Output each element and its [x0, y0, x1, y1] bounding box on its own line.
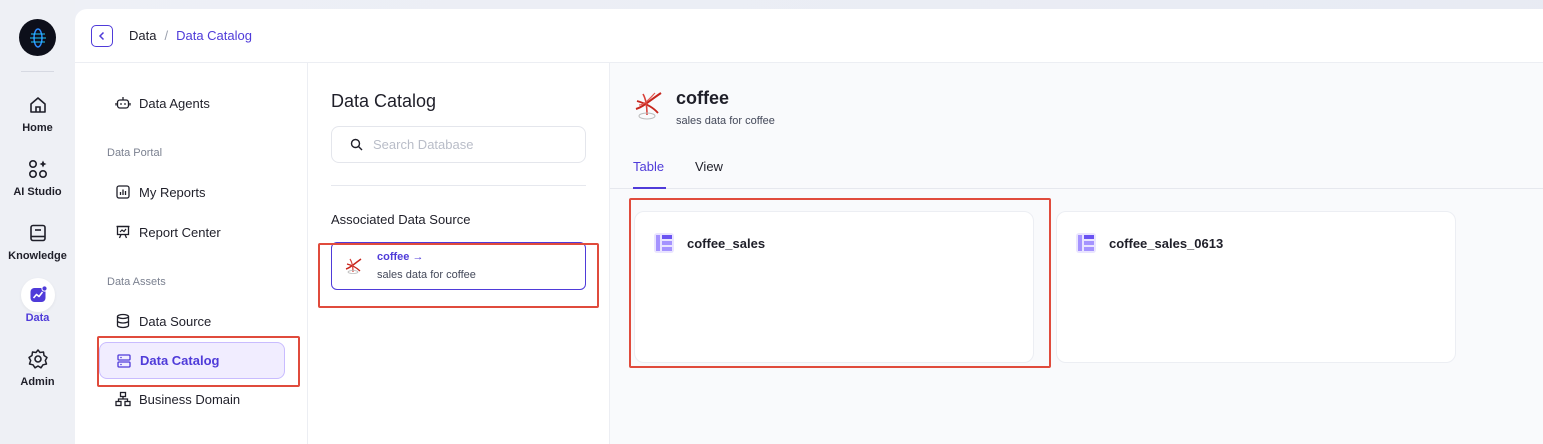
search-input[interactable]: [373, 137, 573, 152]
chevron-left-icon: [98, 31, 105, 41]
left-rail: Home AI Studio Knowledge Data Admin: [0, 0, 75, 444]
logo-icon: [29, 27, 46, 48]
tab-bar: Table View: [610, 151, 1543, 189]
hierarchy-icon: [115, 391, 131, 407]
breadcrumb: Data / Data Catalog: [129, 28, 252, 43]
database-title: coffee: [676, 88, 730, 108]
data-source-name[interactable]: coffee →: [377, 251, 423, 263]
database-icon: [115, 313, 131, 329]
sql-server-icon: [344, 255, 364, 280]
nav-label-business-domain: Business Domain: [139, 391, 241, 407]
rail-label-ai-studio: AI Studio: [13, 186, 62, 198]
rail-label-admin: Admin: [20, 376, 55, 388]
tab-table[interactable]: Table: [633, 159, 666, 189]
nav-group-data-assets: Data Assets: [107, 276, 166, 288]
database-description: sales data for coffee: [676, 115, 775, 127]
rail-item-home[interactable]: Home: [0, 92, 75, 134]
tab-view[interactable]: View: [695, 159, 723, 189]
nav-item-data-catalog[interactable]: Data Catalog: [99, 342, 285, 379]
arrow-right-icon: →: [412, 251, 424, 263]
sql-server-icon: [634, 89, 664, 128]
nav-item-business-domain[interactable]: Business Domain: [99, 381, 285, 417]
nav-label-data-source: Data Source: [139, 313, 212, 329]
breadcrumb-separator: /: [164, 28, 169, 43]
breadcrumb-current: Data Catalog: [176, 28, 252, 43]
data-source-card[interactable]: coffee → sales data for coffee: [331, 242, 586, 290]
app-logo[interactable]: [19, 19, 56, 56]
nav-label-report-center: Report Center: [139, 224, 221, 240]
rail-label-data: Data: [25, 312, 50, 324]
nav-item-report-center[interactable]: Report Center: [99, 214, 285, 250]
table-name: coffee_sales_0613: [1109, 236, 1224, 251]
search-icon: [350, 138, 363, 151]
nav-group-data-portal: Data Portal: [107, 147, 163, 159]
nav-label-my-reports: My Reports: [139, 184, 206, 200]
presentation-icon: [115, 224, 131, 240]
table-card-coffee-sales[interactable]: coffee_sales: [634, 211, 1034, 363]
secondary-nav: Data Agents Data Portal My Reports Repor…: [75, 63, 308, 444]
report-icon: [115, 184, 131, 200]
table-icon: [653, 232, 675, 259]
nav-item-data-source[interactable]: Data Source: [99, 303, 285, 339]
detail-panel: coffee sales data for coffee Table View …: [610, 63, 1543, 444]
rail-item-knowledge[interactable]: Knowledge: [0, 220, 75, 262]
server-icon: [116, 353, 132, 369]
table-icon: [1075, 232, 1097, 259]
associated-source-label: Associated Data Source: [331, 212, 471, 227]
nav-label-data-catalog: Data Catalog: [140, 353, 220, 368]
back-button[interactable]: [91, 25, 113, 47]
chart-icon: [20, 278, 55, 312]
table-card-coffee-sales-0613[interactable]: coffee_sales_0613: [1056, 211, 1456, 363]
nav-item-my-reports[interactable]: My Reports: [99, 174, 285, 210]
data-source-name-text: coffee: [377, 251, 410, 263]
home-icon: [25, 92, 51, 118]
top-bar: Data / Data Catalog: [75, 9, 1543, 63]
rail-item-ai-studio[interactable]: AI Studio: [0, 156, 75, 198]
breadcrumb-root[interactable]: Data: [129, 28, 156, 43]
gear-icon: [25, 346, 51, 372]
rail-label-knowledge: Knowledge: [8, 250, 67, 262]
search-box[interactable]: [331, 126, 586, 163]
divider: [331, 185, 586, 186]
rail-item-data[interactable]: Data: [0, 278, 75, 324]
catalog-title: Data Catalog: [331, 91, 437, 111]
rail-label-home: Home: [22, 122, 53, 134]
rail-item-admin[interactable]: Admin: [0, 346, 75, 388]
rail-divider: [21, 71, 54, 72]
book-icon: [25, 220, 51, 246]
table-name: coffee_sales: [687, 236, 766, 251]
nav-item-data-agents[interactable]: Data Agents: [99, 85, 285, 121]
robot-icon: [115, 95, 131, 111]
catalog-column: Data Catalog Associated Data Source coff…: [308, 63, 610, 444]
data-source-description: sales data for coffee: [377, 269, 476, 281]
ai-studio-icon: [25, 156, 51, 182]
nav-label-data-agents: Data Agents: [139, 95, 210, 111]
main-panel: Data / Data Catalog Data Agents Data Porta…: [75, 9, 1543, 444]
